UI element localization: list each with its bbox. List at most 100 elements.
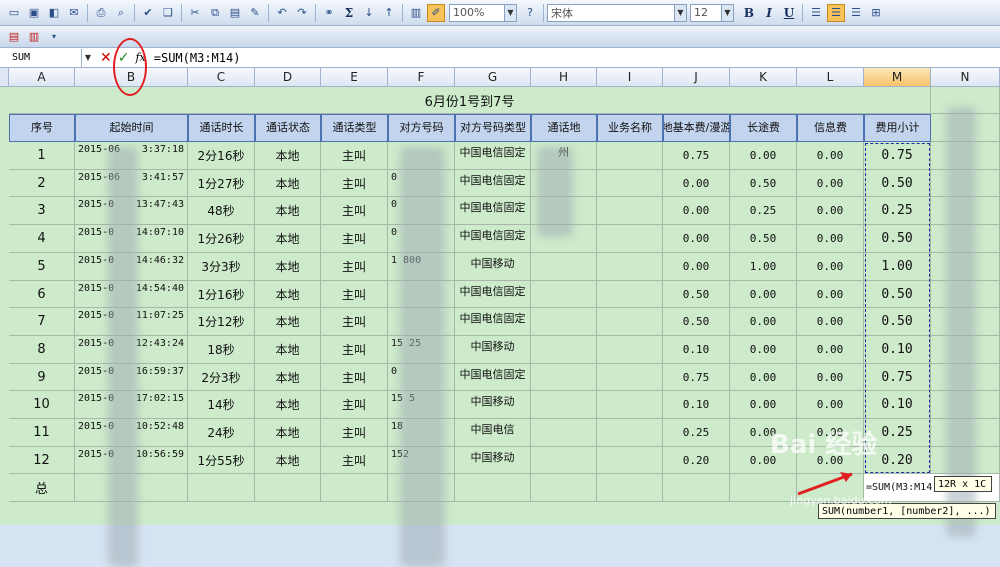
- service-cell[interactable]: [597, 253, 663, 281]
- service-cell[interactable]: [597, 364, 663, 391]
- service-cell[interactable]: [597, 281, 663, 308]
- row-number[interactable]: 8: [9, 336, 75, 364]
- service-cell[interactable]: [597, 336, 663, 364]
- table-header[interactable]: 长途费: [730, 114, 797, 142]
- service-cell[interactable]: [597, 391, 663, 419]
- row-number[interactable]: 4: [9, 225, 75, 253]
- format-painter-icon[interactable]: ✎: [246, 4, 264, 22]
- long-distance-fee-cell[interactable]: 0.50: [730, 170, 797, 197]
- subtotal-cell[interactable]: 0.50: [864, 281, 931, 308]
- table-header[interactable]: 业务名称: [597, 114, 663, 142]
- service-cell[interactable]: [597, 447, 663, 474]
- call-state-cell[interactable]: 本地: [255, 197, 321, 225]
- call-type-cell[interactable]: 主叫: [321, 419, 388, 447]
- local-fee-cell[interactable]: 0.00: [663, 170, 730, 197]
- merge-center-icon[interactable]: ⊞: [867, 4, 885, 22]
- table-header[interactable]: 对方号码: [388, 114, 455, 142]
- column-header-f[interactable]: F: [388, 68, 455, 87]
- number-type-cell[interactable]: 中国电信固定: [455, 281, 531, 308]
- number-type-cell[interactable]: 中国移动: [455, 336, 531, 364]
- select-all-corner[interactable]: [0, 68, 9, 87]
- row-number[interactable]: 1: [9, 142, 75, 170]
- local-fee-cell[interactable]: 0.50: [663, 308, 730, 336]
- info-fee-cell[interactable]: 0.00: [797, 225, 864, 253]
- number-type-cell[interactable]: 中国移动: [455, 391, 531, 419]
- long-distance-fee-cell[interactable]: 1.00: [730, 253, 797, 281]
- local-fee-cell[interactable]: 0.00: [663, 225, 730, 253]
- long-distance-fee-cell[interactable]: 0.25: [730, 197, 797, 225]
- total-row-cell[interactable]: [455, 474, 531, 502]
- local-fee-cell[interactable]: 0.50: [663, 281, 730, 308]
- duration-cell[interactable]: 14秒: [188, 391, 255, 419]
- italic-button[interactable]: I: [760, 4, 778, 22]
- email-icon[interactable]: ✉: [65, 4, 83, 22]
- save-icon[interactable]: ▣: [25, 4, 43, 22]
- formula-input[interactable]: =SUM(M3:M14): [154, 51, 241, 65]
- subtotal-cell[interactable]: 0.10: [864, 336, 931, 364]
- location-cell[interactable]: [531, 447, 597, 474]
- total-row-cell[interactable]: [597, 474, 663, 502]
- row-number[interactable]: 9: [9, 364, 75, 391]
- info-fee-cell[interactable]: 0.00: [797, 281, 864, 308]
- duration-cell[interactable]: 1分26秒: [188, 225, 255, 253]
- call-type-cell[interactable]: 主叫: [321, 142, 388, 170]
- local-fee-cell[interactable]: 0.10: [663, 391, 730, 419]
- row-number[interactable]: 12: [9, 447, 75, 474]
- total-row-cell[interactable]: [255, 474, 321, 502]
- print-preview-icon[interactable]: ⌕: [112, 4, 130, 22]
- table-header[interactable]: 通话状态: [255, 114, 321, 142]
- table-header[interactable]: 对方号码类型: [455, 114, 531, 142]
- column-header-j[interactable]: J: [663, 68, 730, 87]
- call-state-cell[interactable]: 本地: [255, 308, 321, 336]
- column-header-i[interactable]: I: [597, 68, 663, 87]
- font-size-select[interactable]: 12 ▼: [690, 3, 734, 22]
- total-row-cell[interactable]: [188, 474, 255, 502]
- column-header-g[interactable]: G: [455, 68, 531, 87]
- call-state-cell[interactable]: 本地: [255, 253, 321, 281]
- column-header-d[interactable]: D: [255, 68, 321, 87]
- call-state-cell[interactable]: 本地: [255, 364, 321, 391]
- column-header-m[interactable]: M: [864, 68, 931, 87]
- column-header-n[interactable]: N: [931, 68, 1000, 87]
- total-label[interactable]: 总: [9, 474, 75, 502]
- align-right-icon[interactable]: ☰: [847, 4, 865, 22]
- chevron-down-icon[interactable]: ▼: [504, 4, 516, 21]
- toolbar-options-icon[interactable]: ▾: [45, 28, 63, 46]
- chart-wizard-icon[interactable]: ▥: [407, 4, 425, 22]
- call-type-cell[interactable]: 主叫: [321, 253, 388, 281]
- pdf-email-icon[interactable]: ▥: [25, 28, 43, 46]
- subtotal-cell[interactable]: 0.50: [864, 225, 931, 253]
- long-distance-fee-cell[interactable]: 0.00: [730, 142, 797, 170]
- column-header-k[interactable]: K: [730, 68, 797, 87]
- font-name-select[interactable]: 宋体 ▼: [547, 3, 687, 22]
- info-fee-cell[interactable]: 0.00: [797, 308, 864, 336]
- call-type-cell[interactable]: 主叫: [321, 225, 388, 253]
- spelling-icon[interactable]: ✔: [139, 4, 157, 22]
- total-row-cell[interactable]: [321, 474, 388, 502]
- call-type-cell[interactable]: 主叫: [321, 364, 388, 391]
- location-cell[interactable]: [531, 253, 597, 281]
- table-header[interactable]: 通话类型: [321, 114, 388, 142]
- number-type-cell[interactable]: 中国电信固定: [455, 225, 531, 253]
- long-distance-fee-cell[interactable]: 0.00: [730, 336, 797, 364]
- long-distance-fee-cell[interactable]: 0.00: [730, 391, 797, 419]
- align-center-icon[interactable]: ☰: [827, 3, 845, 22]
- info-fee-cell[interactable]: 0.00: [797, 253, 864, 281]
- long-distance-fee-cell[interactable]: 0.00: [730, 281, 797, 308]
- number-type-cell[interactable]: 中国电信固定: [455, 197, 531, 225]
- subtotal-cell[interactable]: 0.75: [864, 364, 931, 391]
- call-state-cell[interactable]: 本地: [255, 225, 321, 253]
- zoom-select[interactable]: 100% ▼: [449, 3, 517, 22]
- service-cell[interactable]: [597, 225, 663, 253]
- number-type-cell[interactable]: 中国移动: [455, 447, 531, 474]
- drawing-icon[interactable]: ✐: [427, 3, 445, 22]
- cancel-icon[interactable]: ✕: [100, 50, 112, 66]
- local-fee-cell[interactable]: 0.20: [663, 447, 730, 474]
- long-distance-fee-cell[interactable]: 0.50: [730, 225, 797, 253]
- local-fee-cell[interactable]: 0.75: [663, 364, 730, 391]
- undo-icon[interactable]: ↶: [273, 4, 291, 22]
- row-number[interactable]: 6: [9, 281, 75, 308]
- location-cell[interactable]: [531, 364, 597, 391]
- total-row-cell[interactable]: [730, 474, 797, 502]
- subtotal-cell[interactable]: 0.25: [864, 197, 931, 225]
